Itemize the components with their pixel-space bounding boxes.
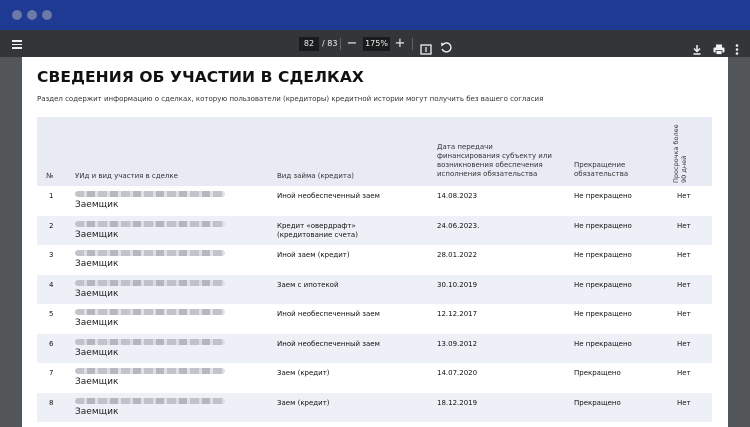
overdue-flag: Нет: [677, 192, 691, 200]
row-number: 6: [49, 339, 54, 348]
loan-type: Иной необеспеченный заем: [277, 310, 380, 318]
participation-role: Заемщик: [75, 406, 119, 417]
zoom-out-button[interactable]: −: [346, 30, 358, 57]
header-uid: УИд и вид участия в сделке: [75, 172, 178, 180]
loan-type: Иной необеспеченный заем: [277, 339, 380, 348]
header-num: №: [46, 172, 54, 180]
table-row: 7 Заемщик Заем (кредит) 14.07.2020 Прекр…: [37, 363, 712, 393]
overdue-flag: Нет: [677, 398, 691, 407]
row-number: 4: [49, 280, 54, 289]
termination-status: Не прекращено: [574, 280, 632, 289]
redacted-uid: [75, 397, 225, 404]
download-icon[interactable]: [692, 38, 702, 55]
page-total: / 83: [322, 39, 338, 48]
row-number: 2: [49, 221, 54, 230]
menu-icon[interactable]: [12, 38, 26, 50]
loan-type: Заем с ипотекой: [277, 280, 339, 289]
header-date: Дата передачи финансирования субъекту ил…: [437, 143, 552, 178]
termination-status: Не прекращено: [574, 221, 632, 230]
financing-date: 30.10.2019: [437, 280, 478, 289]
participation-role: Заемщик: [75, 347, 119, 358]
termination-status: Не прекращено: [574, 251, 632, 259]
financing-date: 28.01.2022: [437, 251, 478, 259]
loan-type: Кредит «овердрафт» (кредитование счета): [277, 221, 358, 239]
table-row: 3 Заемщик Иной заем (кредит) 28.01.2022 …: [37, 245, 712, 275]
redacted-uid: [75, 368, 225, 374]
overdue-flag: Нет: [677, 221, 691, 230]
table-row: 4 Заемщик Заем с ипотекой 30.10.2019 Не …: [37, 274, 712, 304]
row-number: 3: [49, 251, 54, 259]
window-minimize-button[interactable]: [27, 10, 37, 20]
row-number: 8: [49, 398, 54, 407]
pdf-toolbar: 82 / 83 − 175% +: [0, 30, 750, 57]
participation-role: Заемщик: [75, 288, 119, 299]
pdf-page: СВЕДЕНИЯ ОБ УЧАСТИИ В СДЕЛКАХ Раздел сод…: [22, 57, 728, 427]
financing-date: 24.06.2023.: [437, 221, 480, 230]
zoom-in-button[interactable]: +: [394, 30, 406, 57]
table-row: 8 Заемщик Заем (кредит) 18.12.2019 Прекр…: [37, 392, 712, 422]
page-number-input[interactable]: 82: [299, 37, 319, 51]
termination-status: Прекращено: [574, 369, 621, 377]
toolbar-divider: [412, 38, 413, 50]
loan-type: Иной заем (кредит): [277, 251, 350, 259]
redacted-uid: [75, 220, 225, 227]
financing-date: 14.08.2023: [437, 192, 478, 200]
overdue-flag: Нет: [677, 369, 691, 377]
overdue-flag: Нет: [677, 280, 691, 289]
financing-date: 13.09.2012: [437, 339, 478, 348]
more-options-icon[interactable]: [735, 38, 739, 55]
header-loan-type: Вид займа (кредита): [277, 172, 354, 180]
row-number: 1: [49, 192, 54, 200]
table-row: 2 Заемщик Кредит «овердрафт» (кредитован…: [37, 215, 712, 245]
termination-status: Не прекращено: [574, 310, 632, 318]
participation-role: Заемщик: [75, 377, 119, 387]
overdue-flag: Нет: [677, 310, 691, 318]
window-close-button[interactable]: [12, 10, 22, 20]
termination-status: Прекращено: [574, 398, 621, 407]
row-number: 7: [49, 369, 54, 377]
participation-role: Заемщик: [75, 200, 119, 210]
participation-role: Заемщик: [75, 318, 119, 328]
loan-type: Иной необеспеченный заем: [277, 192, 380, 200]
rotate-icon[interactable]: [440, 37, 453, 53]
overdue-flag: Нет: [677, 339, 691, 348]
financing-date: 14.07.2020: [437, 369, 478, 377]
redacted-uid: [75, 191, 225, 197]
window-titlebar: [0, 0, 750, 30]
header-termination: Прекращение обязательства: [574, 161, 629, 178]
table-row: 5 Заемщик Иной необеспеченный заем 12.12…: [37, 304, 712, 334]
table-header: № УИд и вид участия в сделке Вид займа (…: [37, 117, 712, 186]
header-overdue: Просрочка более 90 дней: [672, 124, 688, 183]
termination-status: Не прекращено: [574, 192, 632, 200]
overdue-flag: Нет: [677, 251, 691, 259]
financing-date: 18.12.2019: [437, 398, 478, 407]
redacted-uid: [75, 309, 225, 315]
row-number: 5: [49, 310, 54, 318]
deals-table: № УИд и вид участия в сделке Вид займа (…: [37, 117, 712, 422]
loan-type: Заем (кредит): [277, 398, 330, 407]
toolbar-divider: [340, 38, 341, 50]
page-title: СВЕДЕНИЯ ОБ УЧАСТИИ В СДЕЛКАХ: [37, 68, 364, 86]
fit-to-page-icon[interactable]: [420, 38, 432, 55]
table-row: 6 Заемщик Иной необеспеченный заем 13.09…: [37, 333, 712, 363]
participation-role: Заемщик: [75, 229, 119, 240]
table-body: 1 Заемщик Иной необеспеченный заем 14.08…: [37, 186, 712, 422]
redacted-uid: [75, 279, 225, 286]
loan-type: Заем (кредит): [277, 369, 330, 377]
page-subtitle: Раздел содержит информацию о сделках, ко…: [37, 95, 544, 103]
financing-date: 12.12.2017: [437, 310, 478, 318]
participation-role: Заемщик: [75, 259, 119, 269]
redacted-uid: [75, 250, 225, 256]
termination-status: Не прекращено: [574, 339, 632, 348]
zoom-level-input[interactable]: 175%: [363, 37, 390, 51]
print-icon[interactable]: [713, 38, 725, 55]
redacted-uid: [75, 338, 225, 345]
table-row: 1 Заемщик Иной необеспеченный заем 14.08…: [37, 186, 712, 216]
window-zoom-button[interactable]: [42, 10, 52, 20]
